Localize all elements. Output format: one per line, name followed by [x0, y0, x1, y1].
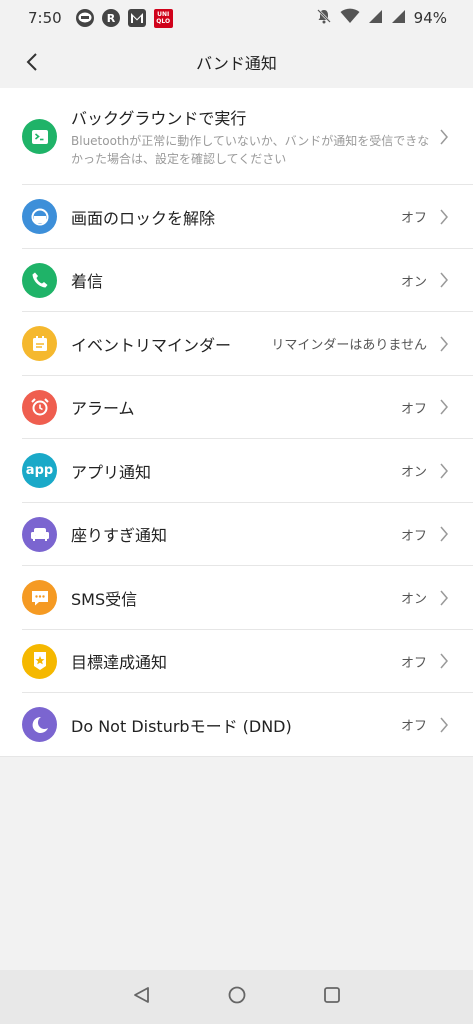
bell-off-icon [316, 8, 332, 28]
back-button[interactable] [18, 48, 46, 76]
item-description: Bluetoothが正常に動作していないか、バンドが通知を受信できなかった場合は… [71, 134, 430, 166]
wifi-icon [340, 8, 360, 28]
item-value: オン [400, 274, 427, 290]
list-item-incoming-call[interactable]: 着信 オン [0, 249, 473, 313]
uniqlo-text-top: UNI [157, 11, 170, 18]
status-time: 7:50 [28, 9, 62, 27]
page-title: バンド通知 [196, 54, 277, 73]
app-icon: app [22, 453, 57, 489]
list-item-sms[interactable]: SMS受信 オン [0, 566, 473, 630]
chevron-right-icon [440, 463, 448, 479]
item-value: リマインダーはありません [271, 338, 427, 354]
chevron-right-icon [440, 336, 448, 352]
item-value: オフ [400, 401, 427, 417]
gmail-icon [127, 9, 146, 27]
list-item-background-run[interactable]: バックグラウンドで実行 Bluetoothが正常に動作していないか、バンドが通知… [0, 88, 473, 185]
nav-back-button[interactable] [132, 985, 152, 1009]
signal-icon-2 [391, 9, 406, 28]
list-item-unlock-screen[interactable]: 画面のロックを解除 オフ [0, 185, 473, 249]
item-label: 座りすぎ通知 [71, 526, 168, 546]
chevron-right-icon [440, 526, 448, 542]
item-label: アラーム [71, 399, 135, 419]
item-label: SMS受信 [71, 589, 138, 609]
phone-icon [22, 262, 57, 298]
chevron-right-icon [440, 590, 448, 606]
system-navigation-bar [0, 970, 473, 1024]
calendar-icon [22, 326, 57, 362]
chevron-left-icon [26, 53, 37, 71]
item-label: 目標達成通知 [71, 653, 168, 673]
header: バンド通知 [0, 36, 473, 88]
battery-level: 94% [413, 9, 447, 27]
item-value: オフ [400, 719, 427, 735]
uniqlo-icon: UNI QLO [153, 8, 173, 28]
item-value: オフ [400, 655, 427, 671]
list-item-app-notification[interactable]: app アプリ通知 オン [0, 439, 473, 503]
moon-icon [22, 707, 57, 743]
chevron-right-icon [440, 129, 448, 144]
list-item-sedentary-reminder[interactable]: 座りすぎ通知 オフ [0, 503, 473, 567]
square-recents-icon [323, 987, 340, 1003]
terminal-icon [22, 119, 57, 154]
nav-home-button[interactable] [227, 985, 247, 1009]
app-icon-text: app [25, 463, 54, 479]
signal-icon [368, 9, 383, 28]
nav-recents-button[interactable] [322, 985, 342, 1009]
circle-home-icon [228, 986, 245, 1004]
item-label: アプリ通知 [71, 462, 152, 482]
medal-icon [22, 643, 57, 679]
item-value: オフ [400, 528, 427, 544]
chevron-right-icon [440, 717, 448, 733]
item-value: オン [400, 465, 427, 481]
notification-settings-list: バックグラウンドで実行 Bluetoothが正常に動作していないか、バンドが通知… [0, 88, 473, 757]
chevron-right-icon [440, 399, 448, 415]
item-label: 着信 [71, 272, 104, 292]
item-value: オン [400, 592, 427, 608]
svg-text:R: R [106, 12, 115, 24]
r-app-icon: R [101, 9, 120, 27]
item-label: イベントリマインダー [71, 335, 232, 355]
uniqlo-text-bottom: QLO [156, 18, 171, 25]
unlock-icon [22, 199, 57, 235]
chevron-right-icon [440, 272, 448, 288]
alarm-icon [22, 389, 57, 425]
list-item-alarm[interactable]: アラーム オフ [0, 376, 473, 440]
line-icon [75, 9, 94, 27]
list-item-goal-achieved[interactable]: 目標達成通知 オフ [0, 630, 473, 694]
chevron-right-icon [440, 653, 448, 669]
sofa-icon [22, 516, 57, 552]
item-value: オフ [400, 211, 427, 227]
item-label: 画面のロックを解除 [71, 208, 216, 228]
item-label: バックグラウンドで実行 [71, 109, 247, 128]
message-icon [22, 580, 57, 616]
list-item-do-not-disturb[interactable]: Do Not Disturbモード (DND) オフ [0, 693, 473, 757]
chevron-right-icon [440, 209, 448, 225]
list-item-event-reminder[interactable]: イベントリマインダー リマインダーはありません [0, 312, 473, 376]
triangle-back-icon [133, 987, 149, 1003]
item-label: Do Not Disturbモード (DND) [71, 716, 292, 736]
status-bar: 7:50 R UNI QLO 94% [0, 0, 473, 36]
